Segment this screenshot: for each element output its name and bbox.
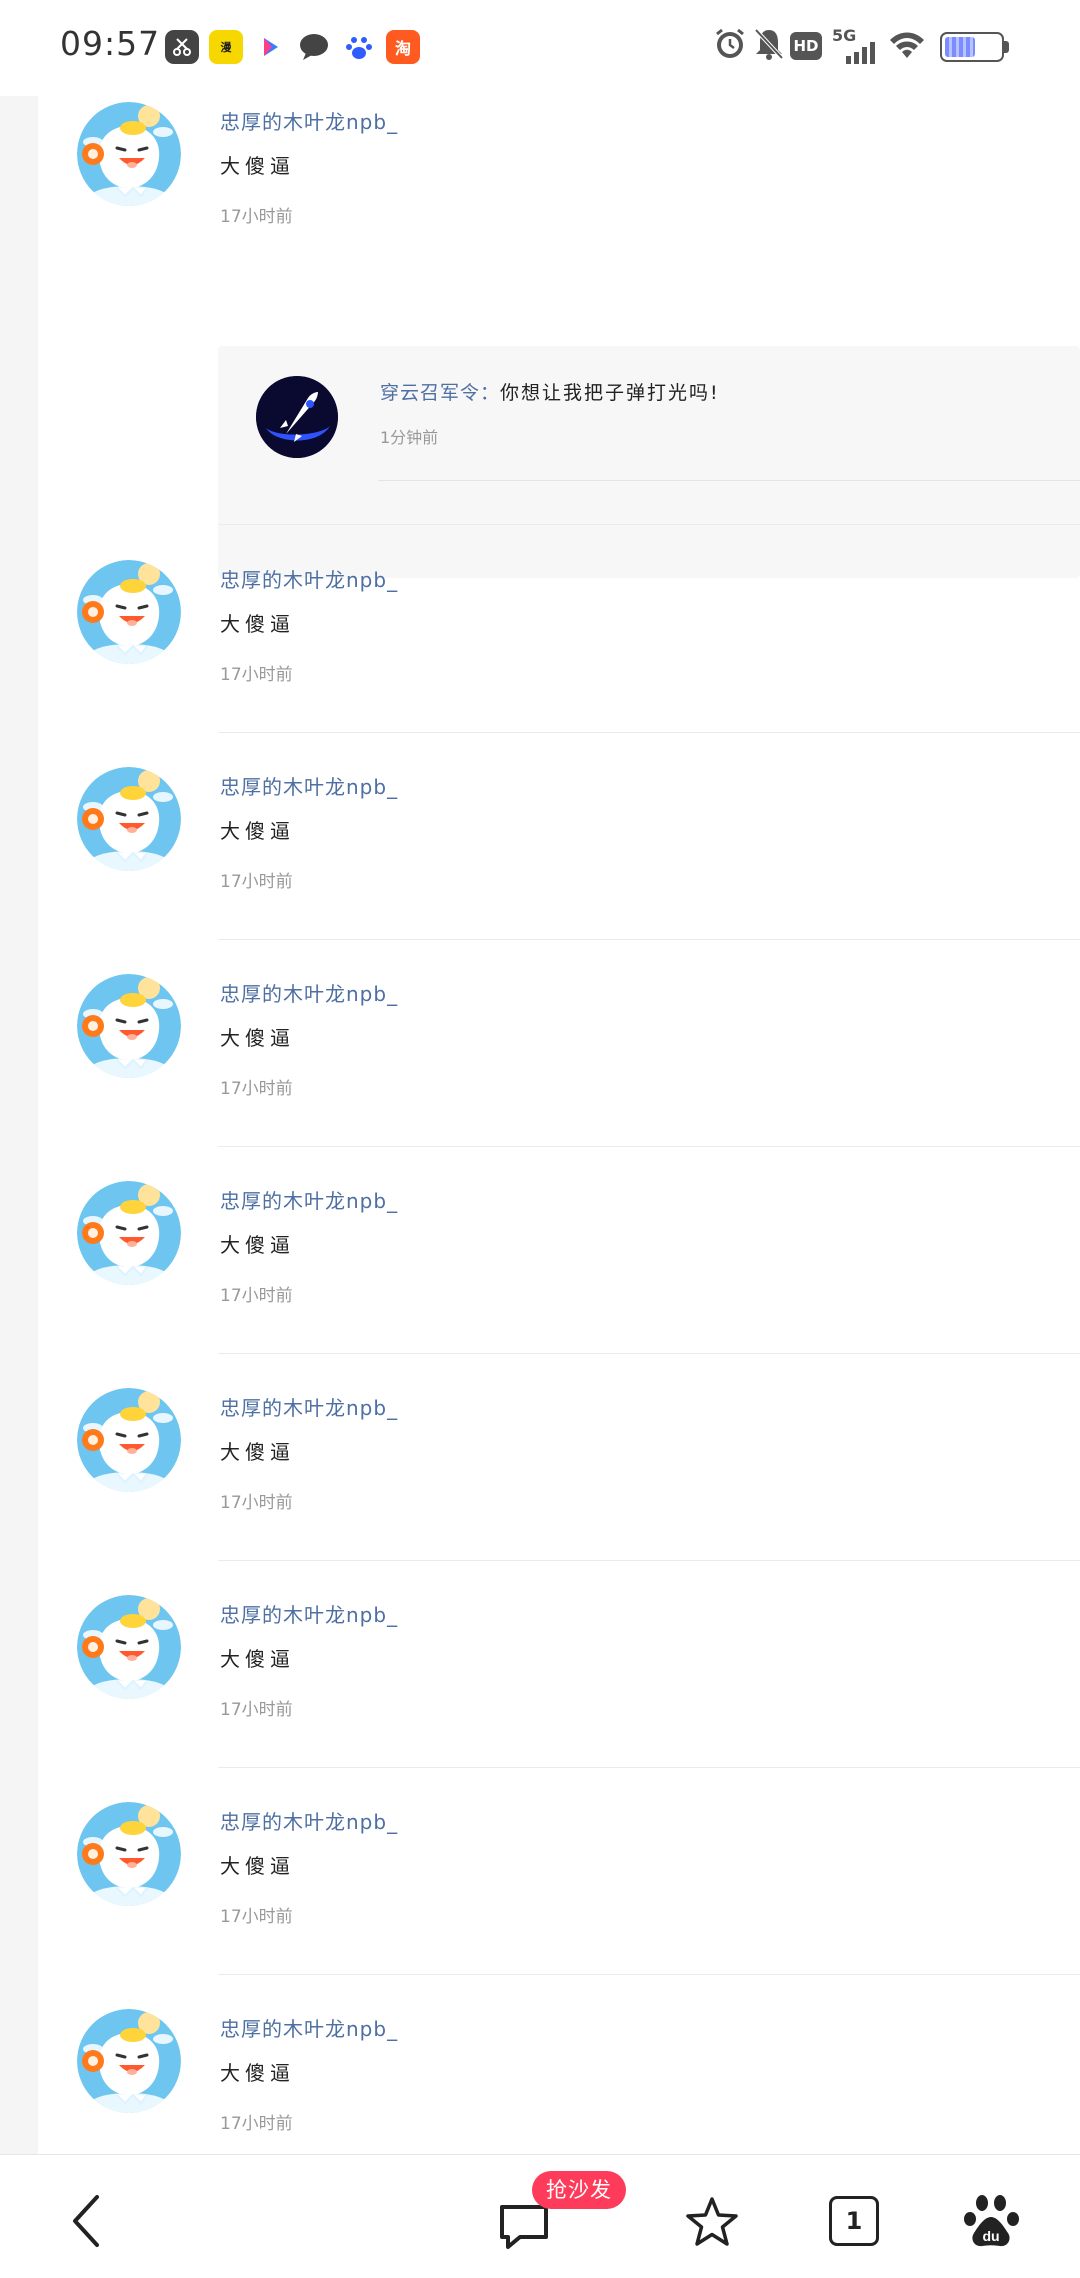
comment-text: 大傻逼 [220,819,295,843]
comment-author[interactable]: 忠厚的木叶龙npb_ [220,771,398,800]
scissors-app-icon [165,30,199,64]
baidu-home-button[interactable]: du [960,2189,1024,2253]
divider [218,939,1080,940]
hd-icon: HD [790,32,822,60]
divider [218,732,1080,733]
rocket-icon [256,376,338,458]
tabs-button[interactable]: 1 [826,2193,882,2249]
sofa-badge[interactable]: 抢沙发 [532,2171,626,2209]
bottom-bar: 抢沙发 1 du [0,2154,1080,2278]
comment-text: 大傻逼 [220,154,295,178]
comment-text: 大傻逼 [220,1233,295,1257]
mascot-avatar-image [77,1802,181,1906]
avatar[interactable] [77,2009,181,2113]
comment-text: 大傻逼 [220,1647,295,1671]
divider [218,1353,1080,1354]
comment-text: 大傻逼 [220,1440,295,1464]
comment-author[interactable]: 忠厚的木叶龙npb_ [220,1599,398,1628]
tabs-icon: 1 [829,2196,879,2246]
comment-text: 大傻逼 [220,612,295,636]
tab-count: 1 [845,2207,863,2235]
back-icon [73,2195,99,2247]
avatar[interactable] [77,767,181,871]
avatar[interactable] [77,1802,181,1906]
divider [218,524,1080,525]
status-bar: 09:57 漫 淘 HD 5G [0,0,1080,96]
reply-separator: ： [480,382,501,404]
alarm-icon [716,28,744,58]
comment-text: 大傻逼 [220,1854,295,1878]
avatar[interactable] [77,1388,181,1492]
comment-text: 大傻逼 [220,1026,295,1050]
mascot-avatar-image [77,1388,181,1492]
mascot-avatar-image [77,2009,181,2113]
baidu-paw-icon: du [964,2195,1019,2247]
divider [218,1974,1080,1975]
comment-author[interactable]: 忠厚的木叶龙npb_ [220,1392,398,1421]
mascot-avatar-image [77,1595,181,1699]
mascot-avatar-image [77,560,181,664]
5g-signal-icon: 5G [832,26,878,66]
comment-author[interactable]: 忠厚的木叶龙npb_ [220,2013,398,2042]
mute-icon [754,28,784,60]
comment-time: 17小时前 [220,207,293,227]
mascot-avatar-image [77,102,181,206]
avatar[interactable] [77,1181,181,1285]
comment-author[interactable]: 忠厚的木叶龙npb_ [220,978,398,1007]
reply-line: 穿云召军令：你想让我把子弹打光吗! [380,378,720,405]
reply-time: 1分钟前 [380,428,439,447]
reply-divider [378,480,1080,481]
reply-box[interactable]: 穿云召军令：你想让我把子弹打光吗! 1分钟前 [218,346,1080,578]
avatar[interactable] [77,974,181,1078]
divider [218,1560,1080,1561]
comment-author[interactable]: 忠厚的木叶龙npb_ [220,1185,398,1214]
battery-icon [940,32,1010,62]
comment-time: 17小时前 [220,1700,293,1720]
comment-time: 17小时前 [220,665,293,685]
avatar[interactable] [77,560,181,664]
avatar[interactable] [77,102,181,206]
comment-author[interactable]: 忠厚的木叶龙npb_ [220,106,398,135]
mascot-avatar-image [77,974,181,1078]
reply-avatar[interactable] [256,376,338,458]
reply-text: 你想让我把子弹打光吗! [500,382,720,404]
left-gutter [0,96,38,2154]
taobao-app-icon: 淘 [386,30,420,64]
mascot-avatar-image [77,1181,181,1285]
svg-text:du: du [982,2228,999,2244]
comment-author[interactable]: 忠厚的木叶龙npb_ [220,564,398,593]
comment-time: 17小时前 [220,1079,293,1099]
divider [218,1146,1080,1147]
comic-app-icon: 漫 [209,30,243,64]
comment-time: 17小时前 [220,1907,293,1927]
wifi-icon [890,32,924,58]
star-icon [686,2197,738,2246]
favorite-button[interactable] [680,2191,744,2255]
comment-time: 17小时前 [220,1493,293,1513]
comment-time: 17小时前 [220,1286,293,1306]
divider [218,1767,1080,1768]
message-app-icon [297,30,331,64]
back-button[interactable] [60,2191,110,2251]
comment-text: 大傻逼 [220,2061,295,2085]
reply-author[interactable]: 穿云召军令 [380,382,480,404]
avatar[interactable] [77,1595,181,1699]
mascot-avatar-image [77,767,181,871]
status-time: 09:57 [60,24,161,63]
baidu-app-icon [342,30,376,64]
youku-app-icon [253,30,287,64]
comment-time: 17小时前 [220,872,293,892]
comment-time: 17小时前 [220,2114,293,2134]
comment-author[interactable]: 忠厚的木叶龙npb_ [220,1806,398,1835]
